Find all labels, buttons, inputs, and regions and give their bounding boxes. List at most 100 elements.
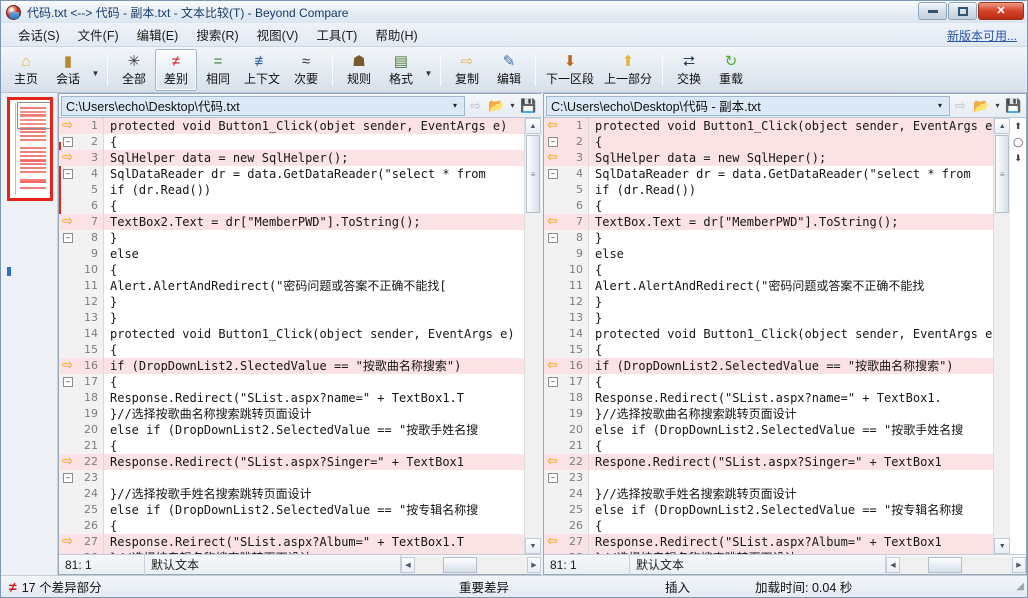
code-line[interactable]: }//选择按专辑名称搜索跳转页面设计	[104, 550, 524, 554]
right-scroll-up-button[interactable]: ▲	[994, 118, 1010, 134]
menu-edit[interactable]: 编辑(E)	[128, 22, 188, 47]
code-line[interactable]: else if (DropDownList2.SelectedValue == …	[104, 422, 524, 438]
code-line[interactable]: }//选择按专辑名称搜索跳转页面设计	[589, 550, 993, 554]
toolbar-button-equals[interactable]: =相同	[197, 49, 239, 91]
code-line[interactable]: Response.Reirect("SList.aspx?Album=" + T…	[104, 534, 524, 550]
left-path-dropdown-icon[interactable]: ▾	[448, 101, 462, 110]
left-vertical-scrollbar[interactable]: ▲ ≡ ▼	[524, 118, 541, 554]
menu-session[interactable]: 会话(S)	[9, 22, 69, 47]
line-number-row[interactable]: ⇨27	[59, 534, 103, 550]
right-folder-caret-icon[interactable]: ▾	[992, 96, 1003, 116]
copy-left-arrow-icon[interactable]: ⇦	[547, 120, 562, 132]
fold-collapse-icon[interactable]: –	[548, 233, 558, 243]
minimap-viewport[interactable]	[17, 102, 53, 129]
code-line[interactable]: {	[104, 374, 524, 390]
right-hscroll-right-button[interactable]: ▶	[1012, 557, 1026, 573]
line-number-row[interactable]: ⇦1	[544, 118, 588, 134]
fold-collapse-icon[interactable]: –	[548, 169, 558, 179]
fold-collapse-icon[interactable]: –	[548, 137, 558, 147]
line-number-row[interactable]: 5	[59, 182, 103, 198]
code-line[interactable]: {	[589, 374, 993, 390]
copy-left-arrow-icon[interactable]: ⇦	[547, 152, 562, 164]
code-line[interactable]: {	[104, 134, 524, 150]
line-number-row[interactable]: 6	[59, 198, 103, 214]
left-hscroll-track[interactable]	[415, 557, 527, 573]
line-number-row[interactable]: ⇦7	[544, 214, 588, 230]
toolbar-button-copy-arrow[interactable]: ⇨复制	[446, 49, 488, 91]
line-number-row[interactable]: 5	[544, 182, 588, 198]
code-line[interactable]: protected void Button1_Click(object send…	[589, 326, 993, 342]
toolbar-button-approx[interactable]: ≈次要	[285, 49, 327, 91]
line-number-row[interactable]: 6	[544, 198, 588, 214]
left-scroll-up-button[interactable]: ▲	[525, 118, 541, 134]
code-line[interactable]: if (dr.Read())	[104, 182, 524, 198]
menu-tools[interactable]: 工具(T)	[307, 22, 366, 47]
nav-current-diff-icon[interactable]: ◯	[1013, 138, 1023, 147]
line-number-row[interactable]: –23	[59, 470, 103, 486]
line-number-row[interactable]: 20	[544, 422, 588, 438]
code-line[interactable]: SqlDataReader dr = data.GetDataReader("s…	[589, 166, 993, 182]
left-save-icon[interactable]: 💾	[518, 96, 539, 116]
toolbar-button-format[interactable]: ▤格式	[380, 49, 422, 91]
code-line[interactable]: if (DropDownList2.SlectedValue == "按歌曲名称…	[104, 358, 524, 374]
line-number-row[interactable]: 9	[59, 246, 103, 262]
copy-right-arrow-icon[interactable]: ⇨	[62, 120, 77, 132]
menu-search[interactable]: 搜索(R)	[187, 22, 247, 47]
line-number-row[interactable]: 11	[544, 278, 588, 294]
code-line[interactable]: {	[589, 438, 993, 454]
code-line[interactable]: else if (DropDownList2.SelectedValue == …	[589, 502, 993, 518]
toolbar-button-reload[interactable]: ↻重载	[710, 49, 752, 91]
line-number-row[interactable]: –4	[59, 166, 103, 182]
code-line[interactable]: {	[589, 262, 993, 278]
code-line[interactable]: SqlDataReader dr = data.GetDataReader("s…	[104, 166, 524, 182]
copy-left-arrow-icon[interactable]: ⇦	[547, 216, 562, 228]
fold-collapse-icon[interactable]: –	[63, 233, 73, 243]
line-number-row[interactable]: 18	[59, 390, 103, 406]
code-line[interactable]: }	[104, 230, 524, 246]
right-gutter[interactable]: ⇦1–2⇦3–456⇦7–89101112131415⇦16–171819202…	[544, 118, 589, 554]
line-number-row[interactable]: 15	[544, 342, 588, 358]
left-refresh-icon[interactable]: ⇨	[465, 96, 486, 116]
code-line[interactable]: Response.Redirect("SList.aspx?name=" + T…	[589, 390, 993, 406]
line-number-row[interactable]: ⇦22	[544, 454, 588, 470]
code-line[interactable]: Alert.AlertAndRedirect("密码问题或答案不正确不能找[	[104, 278, 524, 294]
line-number-row[interactable]: 14	[544, 326, 588, 342]
line-number-row[interactable]: 18	[544, 390, 588, 406]
fold-collapse-icon[interactable]: –	[548, 377, 558, 387]
line-number-row[interactable]: ⇦3	[544, 150, 588, 166]
line-number-row[interactable]: ⇨1	[59, 118, 103, 134]
line-number-row[interactable]: 28	[59, 550, 103, 554]
line-number-row[interactable]: 9	[544, 246, 588, 262]
copy-right-arrow-icon[interactable]: ⇨	[62, 360, 77, 372]
code-line[interactable]: Respone.Redirect("SList.aspx?Singer=" + …	[589, 454, 993, 470]
right-scroll-thumb[interactable]: ≡	[995, 135, 1009, 213]
line-number-row[interactable]: 26	[59, 518, 103, 534]
line-number-row[interactable]: 10	[544, 262, 588, 278]
menu-view[interactable]: 视图(V)	[248, 22, 308, 47]
left-gutter[interactable]: ⇨1–2⇨3–456⇨7–89101112131415⇨16–171819202…	[59, 118, 104, 554]
copy-right-arrow-icon[interactable]: ⇨	[62, 216, 77, 228]
line-number-row[interactable]: 12	[544, 294, 588, 310]
left-open-folder-icon[interactable]: 📂	[486, 96, 507, 116]
line-number-row[interactable]: 21	[59, 438, 103, 454]
copy-left-arrow-icon[interactable]: ⇦	[547, 456, 562, 468]
right-code-area[interactable]: protected void Button1_Click(object send…	[589, 118, 993, 554]
line-number-row[interactable]: 11	[59, 278, 103, 294]
toolbar-button-next-section[interactable]: ⬇下一区段	[541, 49, 599, 91]
code-line[interactable]: }//选择按歌曲名称搜索跳转页面设计	[589, 406, 993, 422]
line-number-row[interactable]: ⇨22	[59, 454, 103, 470]
right-path-input[interactable]: C:\Users\echo\Desktop\代码 - 副本.txt ▾	[546, 96, 950, 116]
left-code-area[interactable]: protected void Button1_Click(objet sende…	[104, 118, 524, 554]
copy-right-arrow-icon[interactable]: ⇨	[62, 536, 77, 548]
line-number-row[interactable]: 24	[59, 486, 103, 502]
line-number-row[interactable]: 28	[544, 550, 588, 554]
code-line[interactable]: TextBox2.Text = dr["MemberPWD"].ToString…	[104, 214, 524, 230]
chevron-down-icon[interactable]: ▼	[89, 49, 102, 91]
line-number-row[interactable]: 13	[59, 310, 103, 326]
fold-collapse-icon[interactable]: –	[63, 137, 73, 147]
chevron-down-icon[interactable]: ▼	[422, 49, 435, 91]
code-line[interactable]: }	[104, 310, 524, 326]
code-line[interactable]: {	[104, 438, 524, 454]
code-line[interactable]: }	[589, 294, 993, 310]
line-number-row[interactable]: –2	[59, 134, 103, 150]
